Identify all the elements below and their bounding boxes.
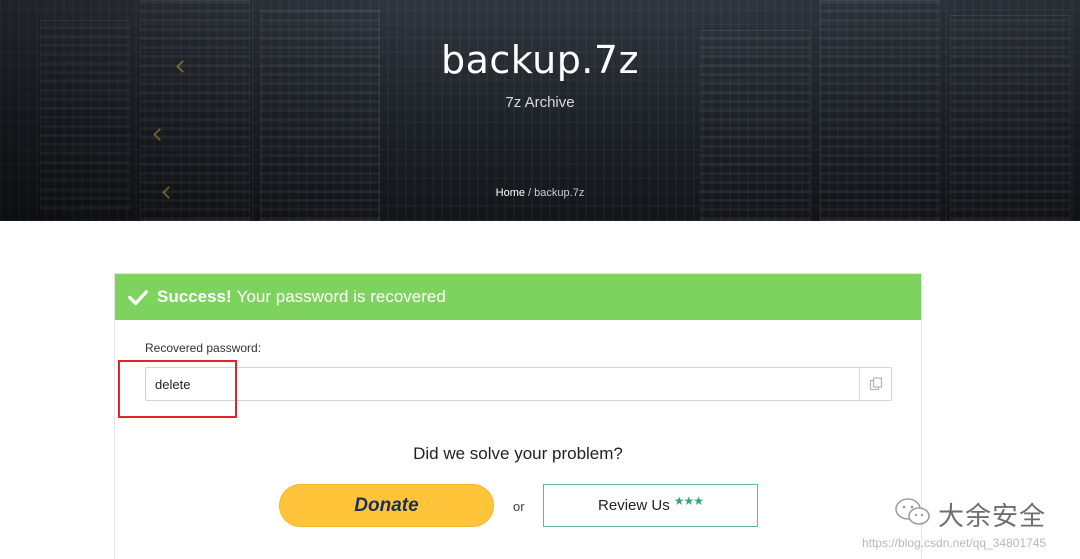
feedback-question: Did we solve your problem? <box>413 444 623 463</box>
copy-icon <box>869 377 882 391</box>
or-separator: or <box>513 499 525 514</box>
breadcrumb-separator: / <box>525 187 535 199</box>
page-subtitle: 7z Archive <box>505 94 575 111</box>
recovered-password-field <box>145 367 892 401</box>
donate-button[interactable]: Donate <box>279 484 494 527</box>
result-card: Success! Your password is recovered Reco… <box>114 273 922 559</box>
review-us-label: Review Us <box>598 497 670 514</box>
watermark-brand: 大余安全 <box>938 502 1047 532</box>
breadcrumb-current: backup.7z <box>534 187 585 199</box>
recovered-password-input[interactable] <box>146 368 860 400</box>
alert-message: Your password is recovered <box>236 287 446 306</box>
page-title: backup.7z <box>440 38 640 82</box>
recovered-password-label: Recovered password: <box>145 341 262 355</box>
check-icon <box>128 290 148 306</box>
watermark-url: https://blog.csdn.net/qq_34801745 <box>862 536 1047 550</box>
review-stars: ★★★ <box>673 493 704 508</box>
breadcrumb-home-link[interactable]: Home <box>496 187 525 199</box>
hero-banner: backup.7z 7z Archive Home / backup.7z <box>0 0 1080 221</box>
breadcrumb: Home / backup.7z <box>0 187 1080 199</box>
copy-button[interactable] <box>859 368 891 400</box>
wechat-icon <box>895 498 930 525</box>
success-alert: Success! Your password is recovered <box>115 274 921 320</box>
alert-strong: Success! <box>157 287 232 306</box>
review-us-button[interactable]: Review Us ★★★ <box>543 484 758 527</box>
